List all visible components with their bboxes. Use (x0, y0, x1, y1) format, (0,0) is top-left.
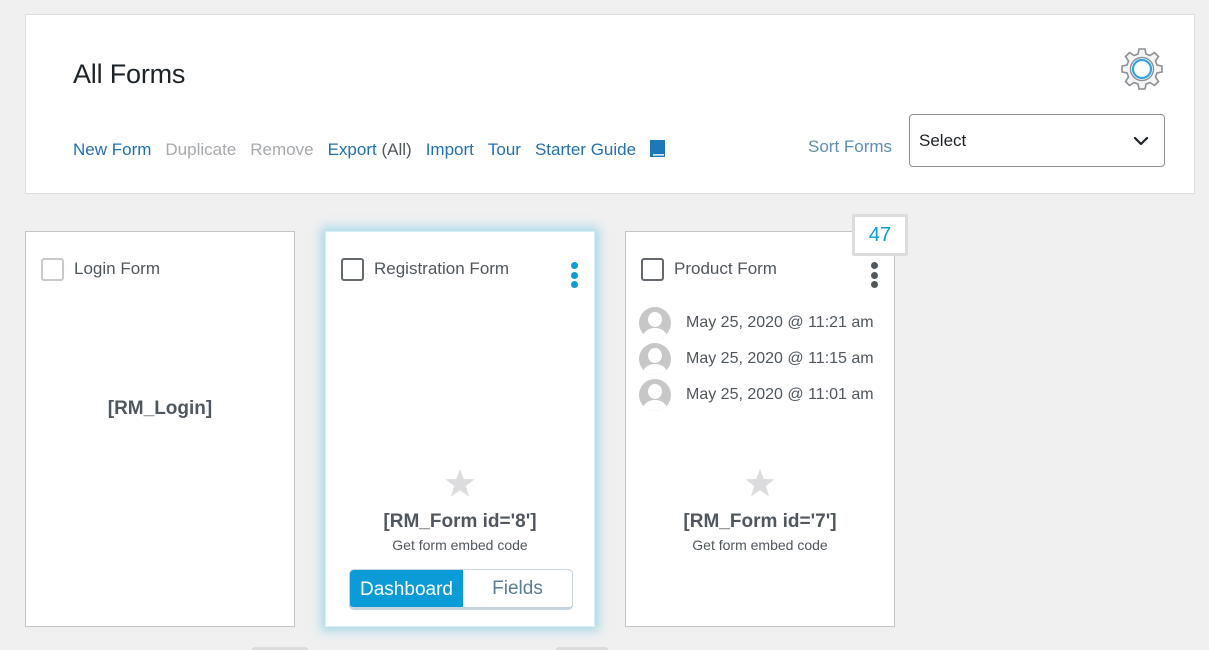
sort-forms-label: Sort Forms (808, 137, 893, 156)
new-form-link[interactable]: New Form (73, 140, 151, 160)
avatar-icon (639, 343, 671, 375)
fields-button[interactable]: Fields (463, 570, 572, 607)
chevron-down-icon (1133, 136, 1149, 146)
submission-count-badge[interactable]: 47 (852, 214, 908, 256)
export-label: Export (327, 139, 377, 159)
avatar-icon (639, 379, 671, 411)
submission-date: May 25, 2020 @ 11:21 am (686, 314, 874, 331)
embed-code-hint: Get form embed code (692, 537, 828, 553)
book-icon (649, 140, 665, 157)
starter-guide-link[interactable]: Starter Guide (535, 139, 666, 160)
import-link[interactable]: Import (426, 140, 474, 160)
submission-item[interactable]: May 25, 2020 @ 11:01 am (639, 377, 874, 413)
forms-header-panel: All Forms New Form Duplicate Remove Expo… (25, 14, 1195, 194)
starter-guide-label: Starter Guide (534, 140, 637, 159)
card-select-checkbox[interactable] (41, 258, 64, 281)
card-shortcode[interactable]: [RM_Form id='8'] (326, 511, 594, 533)
card-title: Login Form (74, 259, 160, 278)
embed-code-hint: Get form embed code (392, 537, 528, 553)
tour-link[interactable]: Tour (488, 140, 521, 160)
card-shortcode[interactable]: [RM_Form id='7'] (626, 511, 894, 533)
settings-gear-icon[interactable] (1120, 47, 1164, 91)
page-title: All Forms (73, 59, 186, 89)
card-shortcode: [RM_Login] (107, 398, 213, 419)
recent-submissions-list: May 25, 2020 @ 11:21 am May 25, 2020 @ 1… (639, 305, 874, 413)
form-card-product: Product Form May 25, 2020 @ 11:21 am May… (625, 231, 895, 627)
export-scope: (All) (381, 139, 412, 159)
star-icon[interactable] (744, 467, 776, 499)
submission-item[interactable]: May 25, 2020 @ 11:21 am (639, 305, 874, 341)
sort-selected-value: Select (919, 130, 967, 150)
card-view-toggle: Dashboard Fields (349, 569, 573, 610)
duplicate-link[interactable]: Duplicate (165, 140, 236, 160)
sort-forms-select[interactable]: Select (909, 114, 1165, 167)
export-link[interactable]: Export (All) (328, 140, 412, 160)
card-select-checkbox[interactable] (641, 258, 664, 281)
star-icon[interactable] (444, 467, 476, 499)
submission-item[interactable]: May 25, 2020 @ 11:15 am (639, 341, 874, 377)
more-options-icon[interactable] (570, 262, 578, 288)
dashboard-button[interactable]: Dashboard (350, 570, 463, 607)
card-select-checkbox[interactable] (341, 258, 364, 281)
card-title: Registration Form (374, 259, 510, 278)
more-options-icon[interactable] (870, 262, 878, 288)
form-card-registration: Registration Form [RM_Form id='8'] Get f… (325, 231, 595, 627)
form-actions-bar: New Form Duplicate Remove Export (All) I… (73, 139, 666, 160)
form-card-login: Login Form [RM_Login] (25, 231, 295, 627)
remove-link[interactable]: Remove (250, 140, 313, 160)
submission-date: May 25, 2020 @ 11:15 am (686, 350, 874, 367)
submission-date: May 25, 2020 @ 11:01 am (686, 386, 874, 403)
card-title: Product Form (674, 259, 777, 278)
avatar-icon (639, 307, 671, 339)
